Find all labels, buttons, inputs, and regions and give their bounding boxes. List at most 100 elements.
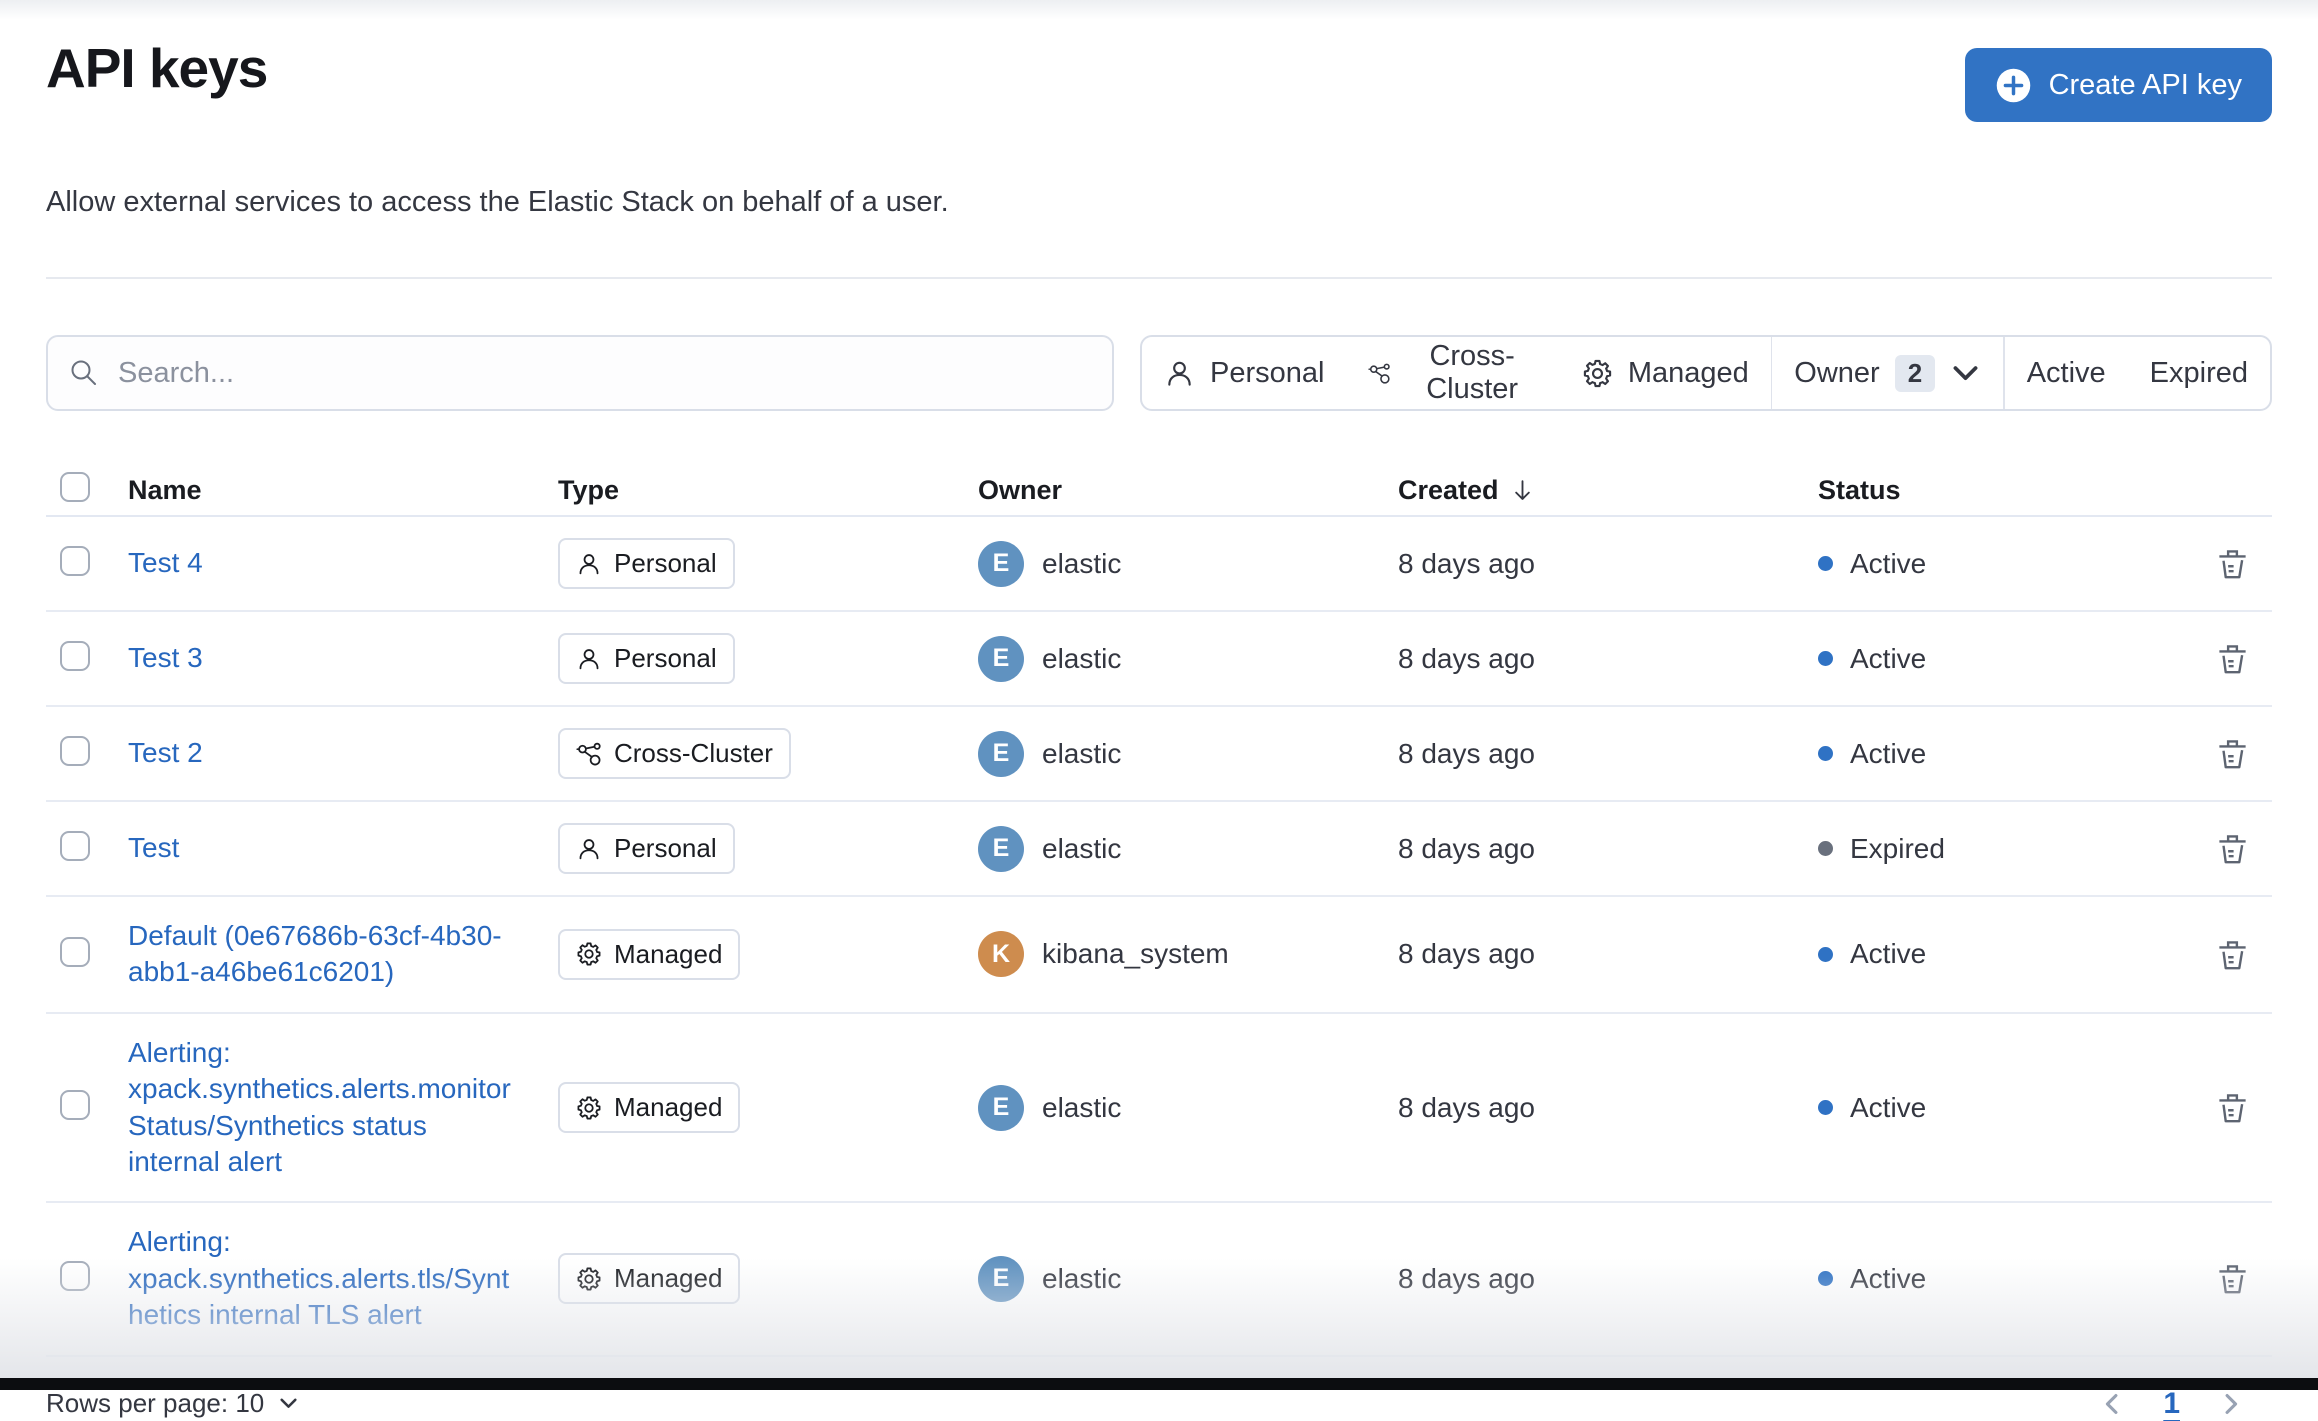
status-label: Active [1850, 938, 1927, 970]
delete-button[interactable] [2209, 730, 2256, 777]
owner-count-badge: 2 [1894, 354, 1936, 392]
delete-button[interactable] [2209, 931, 2256, 978]
rows-per-page-button[interactable]: Rows per page: 10 [46, 1388, 299, 1419]
row-checkbox[interactable] [60, 641, 90, 671]
owner-cell: E elastic [978, 540, 1398, 587]
gear-icon [1582, 358, 1613, 389]
chevron-down-icon [1950, 358, 1981, 389]
owner-cell: K kibana_system [978, 931, 1398, 978]
page-header: API keys Create API key [46, 28, 2272, 122]
filter-cross-cluster[interactable]: Cross-Cluster [1346, 337, 1559, 409]
api-keys-table: Name Type Owner Created Status Test 4 Pe… [46, 465, 2272, 1357]
api-key-name-link[interactable]: Test 2 [128, 737, 203, 768]
table-row: Test 2 Cross-Cluster E elastic 8 days ag… [46, 707, 2272, 802]
filter-expired[interactable]: Expired [2128, 337, 2270, 409]
toolbar: Personal Cross-Cluster Managed Owner 2 A… [46, 335, 2272, 411]
created-cell: 8 days ago [1398, 547, 1535, 579]
user-icon [1164, 358, 1195, 389]
page-subtitle: Allow external services to access the El… [46, 186, 949, 218]
table-row: Test 3 Personal E elastic 8 days ago Act… [46, 612, 2272, 707]
delete-button[interactable] [2209, 635, 2256, 682]
api-key-name-link[interactable]: Test [128, 832, 179, 863]
create-api-key-button[interactable]: Create API key [1964, 48, 2272, 122]
filter-personal[interactable]: Personal [1142, 337, 1346, 409]
row-checkbox[interactable] [60, 1261, 90, 1292]
filter-active-label: Active [2026, 356, 2106, 389]
filter-active[interactable]: Active [2005, 337, 2128, 409]
created-cell: 8 days ago [1398, 642, 1535, 674]
owner-avatar: K [978, 931, 1024, 978]
owner-name: kibana_system [1042, 938, 1229, 970]
type-badge: Personal [558, 633, 735, 684]
owner-avatar: E [978, 635, 1024, 682]
type-badge-label: Personal [614, 643, 717, 673]
trash-icon [2215, 831, 2250, 866]
column-header-name[interactable]: Name [128, 475, 558, 506]
status-label: Active [1850, 642, 1927, 674]
status-dot-active [1818, 1271, 1833, 1287]
plus-in-circle-icon [1995, 67, 2032, 104]
owner-cell: E elastic [978, 635, 1398, 682]
api-key-name-link[interactable]: Test 4 [128, 547, 203, 578]
search-box[interactable] [46, 335, 1114, 411]
row-checkbox[interactable] [60, 736, 90, 766]
status-cell: Active [1818, 1092, 2182, 1124]
owner-name: elastic [1042, 832, 1122, 864]
page-number-current[interactable]: 1 [2163, 1387, 2180, 1421]
sort-descending-icon [1509, 477, 1536, 504]
delete-button[interactable] [2209, 540, 2256, 587]
owner-name: elastic [1042, 1262, 1122, 1294]
owner-name: elastic [1042, 737, 1122, 769]
api-key-name-link[interactable]: Alerting: xpack.synthetics.alerts.monito… [128, 1037, 511, 1177]
owner-avatar: E [978, 730, 1024, 777]
column-header-status[interactable]: Status [1818, 475, 2182, 506]
created-cell: 8 days ago [1398, 1262, 1535, 1294]
previous-page-button[interactable] [2095, 1387, 2129, 1421]
type-badge-label: Personal [614, 548, 717, 578]
column-header-type[interactable]: Type [558, 475, 978, 506]
owner-name: elastic [1042, 547, 1122, 579]
column-header-owner[interactable]: Owner [978, 475, 1398, 506]
next-page-button[interactable] [2214, 1387, 2248, 1421]
owner-name: elastic [1042, 642, 1122, 674]
type-badge-label: Managed [614, 1092, 723, 1123]
owner-avatar: E [978, 1255, 1024, 1302]
created-cell: 8 days ago [1398, 938, 1535, 970]
filter-owner-dropdown[interactable]: Owner 2 [1772, 337, 2003, 409]
created-cell: 8 days ago [1398, 737, 1535, 769]
delete-button[interactable] [2209, 1084, 2256, 1131]
table-header-row: Name Type Owner Created Status [46, 465, 2272, 517]
create-api-key-label: Create API key [2048, 68, 2242, 101]
gear-icon [576, 1095, 602, 1121]
table-row: Default (0e67686b-63cf-4b30-abb1-a46be61… [46, 897, 2272, 1014]
status-label: Active [1850, 737, 1927, 769]
status-dot-expired [1818, 841, 1833, 856]
filter-owner-label: Owner [1794, 356, 1880, 389]
delete-button[interactable] [2209, 1255, 2256, 1302]
trash-icon [2215, 1261, 2250, 1296]
select-all-checkbox[interactable] [60, 471, 90, 502]
type-badge: Cross-Cluster [558, 728, 791, 779]
column-header-created[interactable]: Created [1398, 475, 1818, 506]
status-cell: Active [1818, 938, 2182, 970]
api-key-name-link[interactable]: Default (0e67686b-63cf-4b30-abb1-a46be61… [128, 920, 502, 987]
api-key-name-link[interactable]: Alerting: xpack.synthetics.alerts.tls/Sy… [128, 1226, 509, 1330]
created-cell: 8 days ago [1398, 832, 1535, 864]
user-icon [576, 646, 602, 672]
type-badge: Managed [558, 1082, 741, 1134]
filter-managed[interactable]: Managed [1560, 337, 1771, 409]
owner-avatar: E [978, 540, 1024, 587]
api-key-name-link[interactable]: Test 3 [128, 642, 203, 673]
row-checkbox[interactable] [60, 546, 90, 576]
search-input[interactable] [118, 356, 1092, 390]
table-row: Test Personal E elastic 8 days ago Expir… [46, 802, 2272, 897]
row-checkbox[interactable] [60, 831, 90, 861]
page-controls: 1 [2095, 1387, 2272, 1421]
row-checkbox[interactable] [60, 936, 90, 967]
status-cell: Active [1818, 548, 2182, 580]
row-checkbox[interactable] [60, 1090, 90, 1121]
chevron-left-icon [2099, 1391, 2125, 1417]
gear-icon [576, 941, 602, 967]
type-badge-label: Personal [614, 833, 717, 863]
delete-button[interactable] [2209, 825, 2256, 872]
